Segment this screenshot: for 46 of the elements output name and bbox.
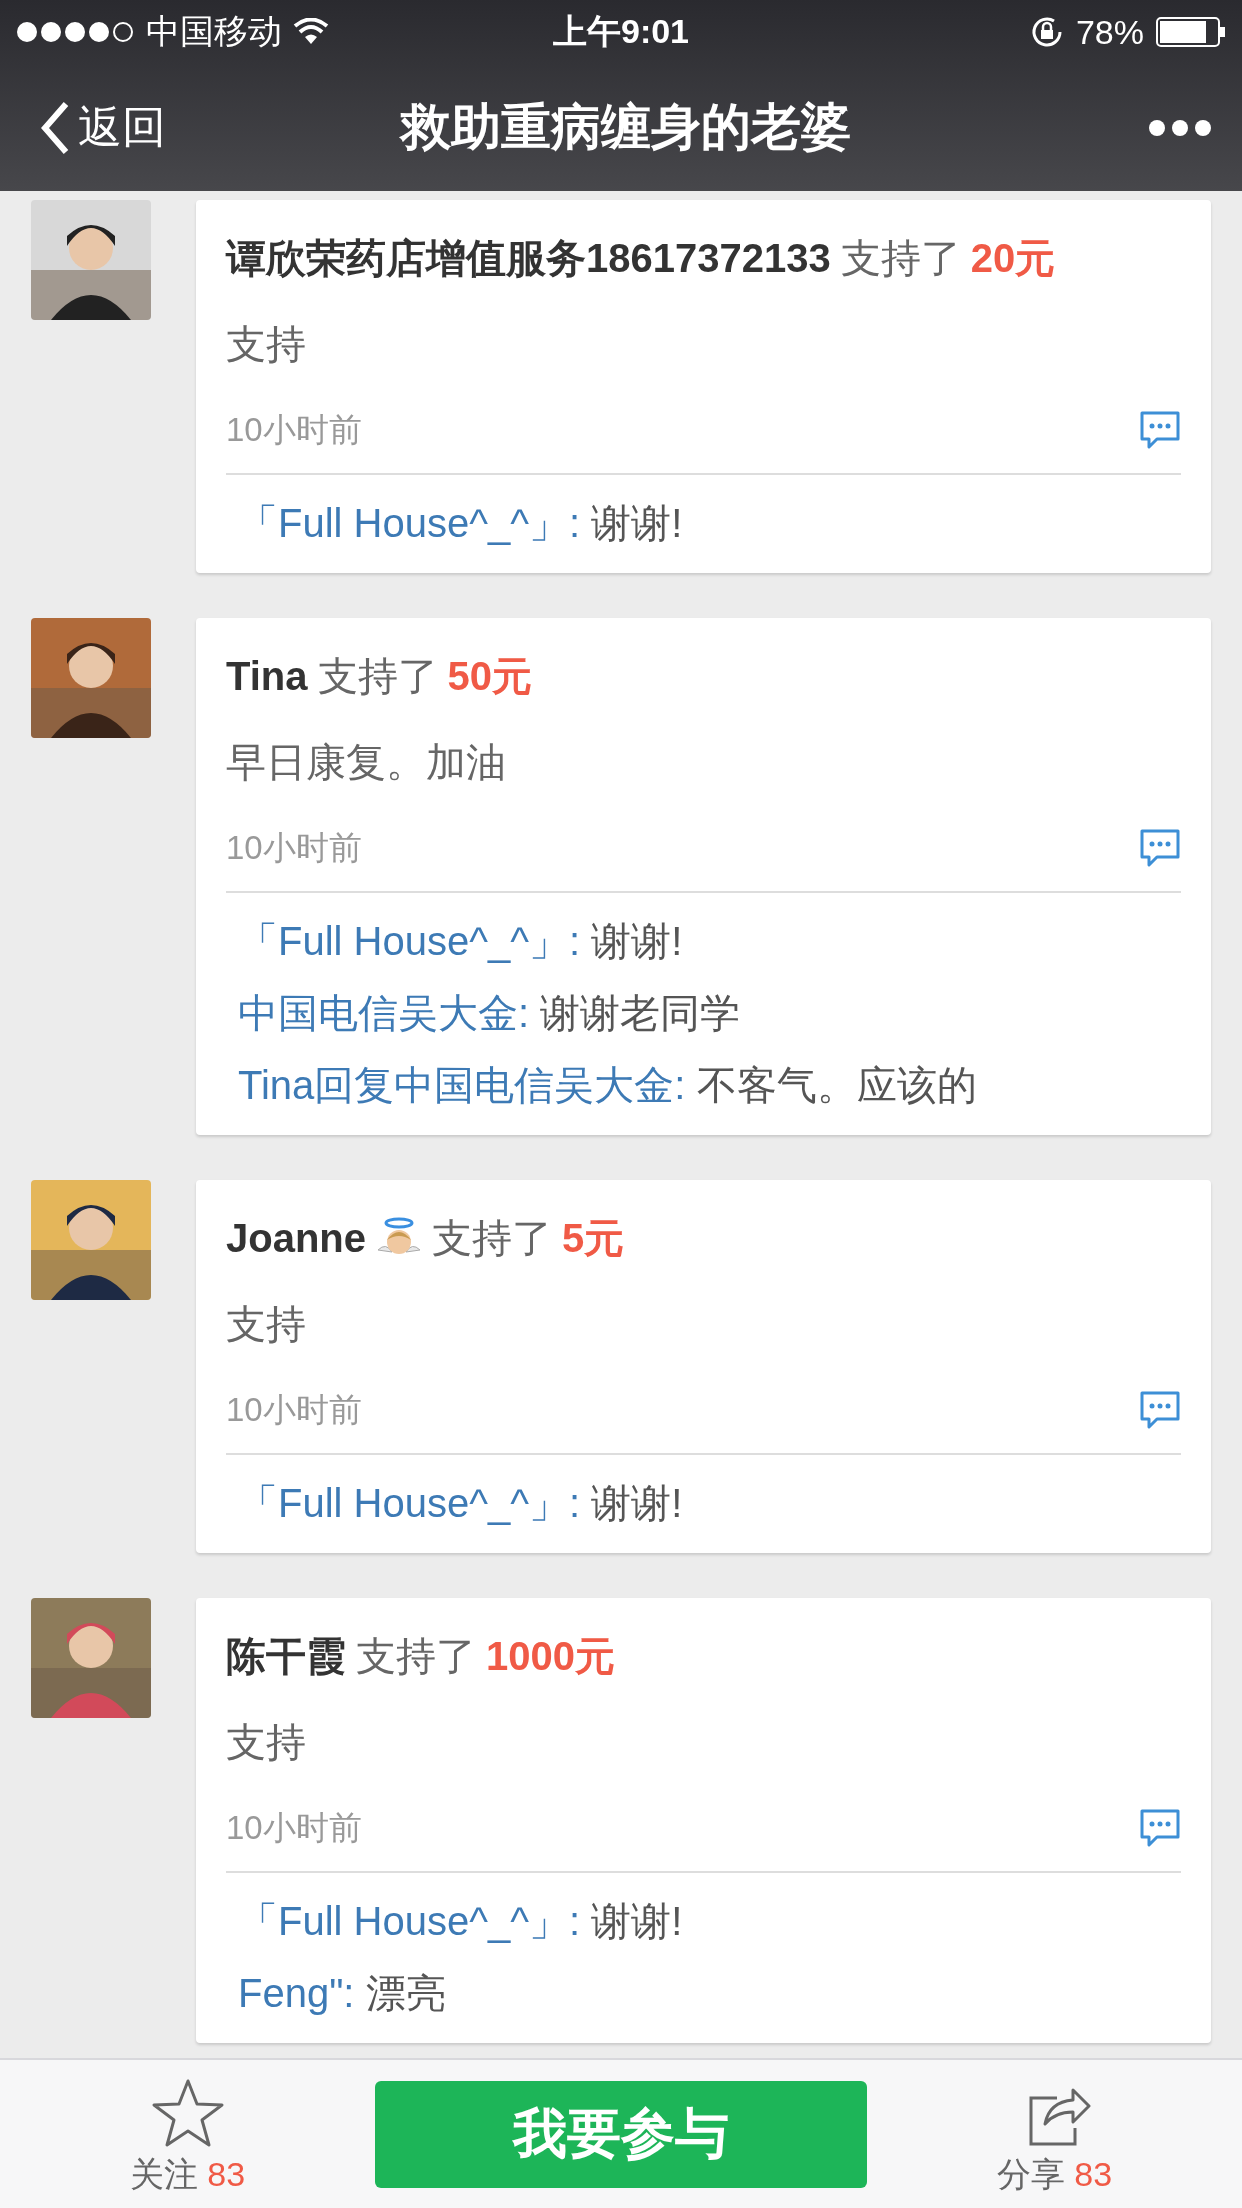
- message-text: 支持: [226, 321, 307, 368]
- comment-icon[interactable]: [1139, 1390, 1181, 1430]
- post-time: 10小时前: [226, 1389, 362, 1430]
- reply-text: 「Full House^_^」: 谢谢!: [237, 1480, 684, 1527]
- message-text: 早日康复。加油: [226, 739, 507, 786]
- user-name: Joanne: [226, 1215, 367, 1261]
- join-button[interactable]: 我要参与: [375, 2080, 867, 2188]
- amount: 5元: [562, 1214, 625, 1262]
- rotation-lock-icon: [1029, 15, 1064, 49]
- user-name: 陈干霞: [226, 1632, 346, 1680]
- reply-text: Tina回复中国电信吴大金: 不客气。应该的: [237, 1062, 978, 1109]
- reply-text: 中国电信吴大金: 谢谢老同学: [237, 990, 742, 1037]
- action-text: 支持了: [356, 1632, 476, 1680]
- comment-icon[interactable]: [1139, 828, 1181, 868]
- battery-icon: [1156, 17, 1226, 47]
- battery-percent: 78%: [1075, 12, 1144, 52]
- reply-text: 「Full House^_^」: 谢谢!: [237, 500, 684, 547]
- reply-text: 「Full House^_^」: 谢谢!: [237, 918, 684, 965]
- post-time: 10小时前: [226, 409, 362, 450]
- wifi-icon: [292, 18, 330, 46]
- post-time: 10小时前: [226, 1807, 362, 1848]
- amount: 20元: [970, 234, 1056, 282]
- back-button[interactable]: 返回: [40, 98, 300, 157]
- amount: 1000元: [486, 1632, 615, 1680]
- message-text: 支持: [226, 1301, 307, 1348]
- share-label[interactable]: 分享 83: [996, 2152, 1113, 2198]
- back-chevron-icon: [40, 100, 70, 155]
- comment-icon[interactable]: [1139, 410, 1181, 450]
- message-text: 支持: [226, 1719, 307, 1766]
- amount: 50元: [447, 652, 532, 700]
- star-icon[interactable]: [150, 2078, 225, 2148]
- action-text: 支持了: [432, 1214, 553, 1262]
- carrier-name: 中国移动: [146, 11, 282, 52]
- post-time: 10小时前: [226, 827, 362, 868]
- action-text: 支持了: [840, 234, 961, 282]
- user-name: 谭欣荣药店增值服务18617372133: [226, 234, 831, 282]
- reply-text: Feng": 漂亮: [237, 1970, 447, 2017]
- clock-time: 上午9:01: [552, 11, 690, 52]
- signal-icon: [16, 21, 136, 43]
- action-text: 支持了: [317, 652, 438, 700]
- reply-text: 「Full House^_^」: 谢谢!: [237, 1898, 684, 1945]
- comment-icon[interactable]: [1139, 1808, 1181, 1848]
- user-name: Tina: [226, 653, 308, 699]
- more-icon[interactable]: [1148, 118, 1212, 137]
- page-title: 救助重病缠身的老婆: [398, 98, 852, 157]
- follow-label[interactable]: 关注 83: [129, 2152, 246, 2198]
